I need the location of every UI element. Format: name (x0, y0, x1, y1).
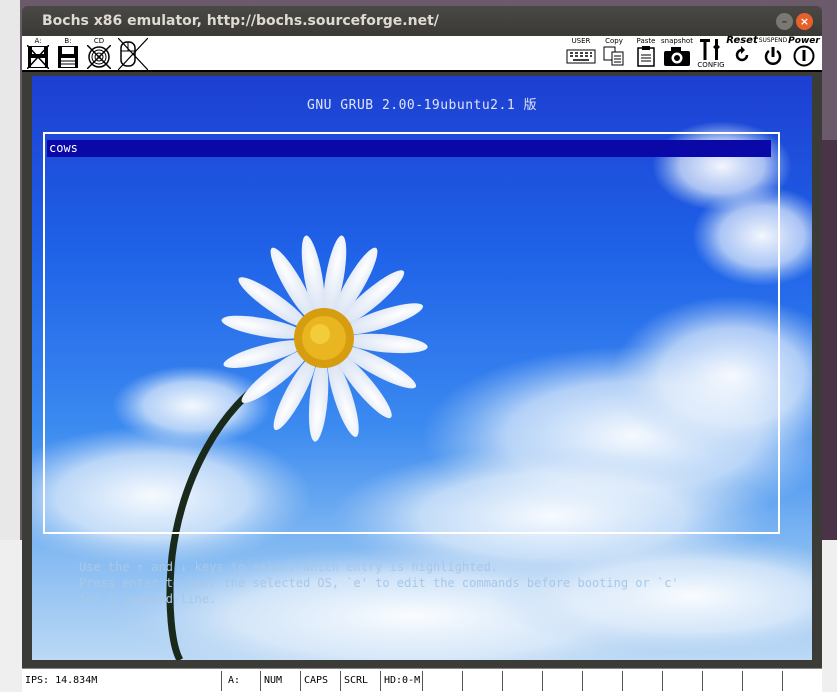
minimize-button[interactable]: – (776, 13, 793, 30)
status-slot (703, 671, 743, 691)
reset-button[interactable]: Reset (726, 35, 758, 70)
cdrom-label: CD (93, 37, 105, 45)
scroll-lock-indicator: SCRL (341, 671, 381, 691)
minimize-icon: – (781, 15, 788, 28)
bochs-window: Bochs x86 emulator, http://bochs.sourcef… (22, 6, 822, 692)
status-slot (503, 671, 543, 691)
suspend-label: SUSPEND (758, 37, 788, 44)
floppy-icon (58, 46, 78, 68)
reset-label: Reset (726, 35, 758, 46)
floppy-a-button[interactable]: A: (26, 37, 50, 70)
menu-entry-cows[interactable]: cows (47, 140, 771, 157)
power-icon (793, 45, 815, 67)
close-icon: × (799, 15, 810, 28)
status-slot (543, 671, 583, 691)
close-button[interactable]: × (796, 13, 813, 30)
tools-icon (700, 39, 720, 60)
config-label: CONFIG (697, 61, 725, 69)
window-title: Bochs x86 emulator, http://bochs.sourcef… (42, 13, 439, 29)
keyboard-icon (566, 49, 596, 64)
copy-button[interactable]: Copy (601, 37, 627, 70)
mouse-icon (118, 38, 148, 70)
bochs-toolbar: A: B: CD USER Copy Paste snapshot CONFIG… (22, 36, 822, 72)
copy-icon (603, 46, 624, 66)
power-button[interactable]: Power (788, 37, 820, 70)
grub-help-text: Use the ↑ and ↓ keys to select which ent… (79, 559, 799, 607)
hd-indicator: HD:0-M (381, 671, 423, 691)
num-lock-indicator: NUM (261, 671, 301, 691)
floppy-b-button[interactable]: B: (56, 37, 80, 70)
config-button[interactable]: CONFIG (696, 37, 726, 70)
paste-icon (637, 46, 655, 67)
floppy-icon (27, 45, 49, 69)
ips-readout: IPS: 14.834M (22, 671, 222, 691)
window-titlebar[interactable]: Bochs x86 emulator, http://bochs.sourcef… (22, 6, 822, 36)
snapshot-label: snapshot (661, 37, 693, 45)
help-line: Press enter to boot the selected OS, `e'… (79, 576, 679, 590)
drive-indicator: A: (225, 671, 261, 691)
status-slot (663, 671, 703, 691)
user-label: USER (571, 37, 591, 45)
user-button[interactable]: USER (565, 37, 597, 70)
paste-label: Paste (636, 37, 656, 45)
cdrom-button[interactable]: CD (86, 37, 112, 70)
status-bar: IPS: 14.834M A: NUM CAPS SCRL HD:0-M (22, 668, 822, 692)
help-line: Use the ↑ and ↓ keys to select which ent… (79, 560, 499, 574)
grub-menu: cows (43, 132, 780, 534)
snapshot-button[interactable]: snapshot (660, 37, 694, 70)
power-label: Power (788, 36, 820, 46)
camera-icon (664, 47, 690, 66)
floppy-b-label: B: (64, 37, 72, 45)
grub-header: GNU GRUB 2.00-19ubuntu2.1 版 (307, 98, 537, 113)
status-slot (623, 671, 663, 691)
suspend-icon (764, 47, 782, 65)
cdrom-icon (87, 45, 111, 69)
mouse-capture-button[interactable] (118, 37, 148, 70)
suspend-button[interactable]: SUSPEND (758, 37, 788, 70)
status-slot (463, 671, 503, 691)
status-slot (423, 671, 463, 691)
caps-lock-indicator: CAPS (301, 671, 341, 691)
status-slot (743, 671, 783, 691)
floppy-a-label: A: (34, 37, 42, 45)
copy-label: Copy (605, 37, 623, 45)
help-line: for a command-line. (79, 592, 217, 606)
paste-button[interactable]: Paste (633, 37, 659, 70)
reset-icon (735, 46, 749, 62)
emulator-screen[interactable]: GNU GRUB 2.00-19ubuntu2.1 版 cows Use the… (32, 76, 812, 660)
status-slot (583, 671, 623, 691)
